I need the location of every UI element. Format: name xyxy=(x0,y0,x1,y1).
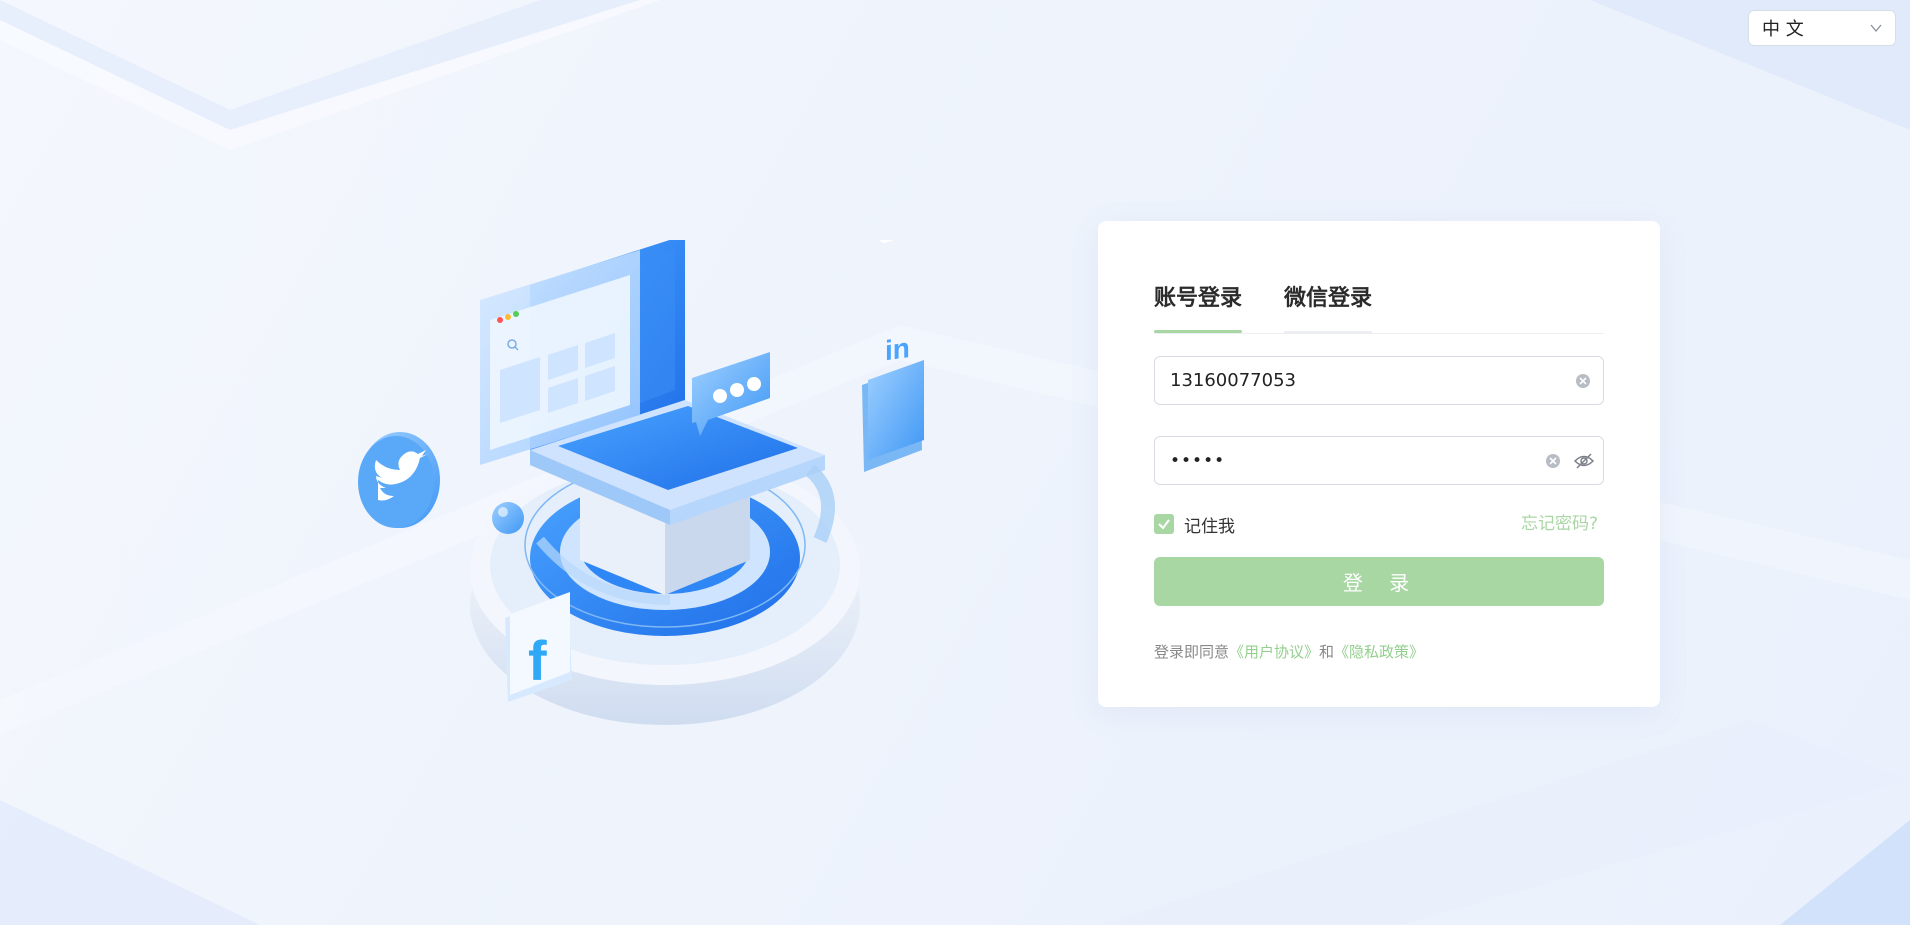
agreement-and: 和 xyxy=(1319,643,1335,661)
forgot-password-link[interactable]: 忘记密码? xyxy=(1521,512,1598,536)
tab-account-login[interactable]: 账号登录 xyxy=(1154,283,1243,333)
checkbox-checked[interactable] xyxy=(1154,514,1174,534)
check-icon xyxy=(1158,519,1170,530)
username-input[interactable] xyxy=(1170,357,1530,404)
clear-icon[interactable] xyxy=(1543,451,1563,471)
hero-illustration: in f xyxy=(358,240,924,725)
svg-text:f: f xyxy=(528,629,547,692)
linkedin-icon: in xyxy=(862,240,924,472)
chevron-down-icon xyxy=(1870,24,1882,33)
password-field xyxy=(1154,436,1604,485)
language-select-value: 中 文 xyxy=(1762,19,1804,40)
username-field xyxy=(1154,356,1604,405)
agreement-text: 登录即同意《用户协议》和《隐私政策》 xyxy=(1154,641,1424,662)
user-agreement-link[interactable]: 《用户协议》 xyxy=(1229,643,1319,661)
eye-off-icon[interactable] xyxy=(1573,451,1595,471)
remember-me-checkbox[interactable]: 记住我 xyxy=(1154,512,1235,537)
login-button[interactable]: 登 录 xyxy=(1154,557,1604,606)
twitter-icon xyxy=(358,432,440,528)
privacy-policy-link[interactable]: 《隐私政策》 xyxy=(1334,643,1424,661)
login-page: 中 文 in f 账号登录 微信登录 13160077053 ••••• 记住我… xyxy=(0,0,1910,925)
password-input[interactable] xyxy=(1170,437,1530,484)
login-tabs: 账号登录 微信登录 xyxy=(1154,283,1604,334)
agreement-prefix: 登录即同意 xyxy=(1154,643,1230,661)
remember-me-label: 记住我 xyxy=(1184,516,1235,537)
clear-icon[interactable] xyxy=(1573,371,1593,391)
language-select[interactable]: 中 文 xyxy=(1748,10,1896,46)
login-card: 账号登录 微信登录 13160077053 ••••• 记住我 忘记密码? 登 … xyxy=(1098,221,1660,707)
tab-wechat-login[interactable]: 微信登录 xyxy=(1284,283,1373,333)
svg-text:in: in xyxy=(885,332,910,366)
